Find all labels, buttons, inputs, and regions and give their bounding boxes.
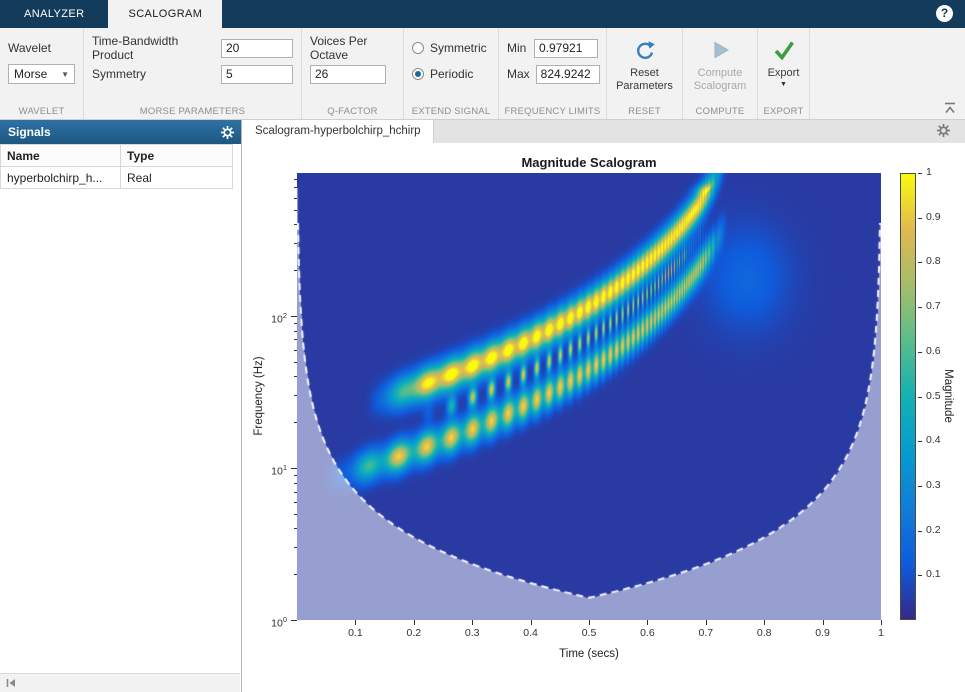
export-button[interactable]: Export ▼ <box>758 35 809 88</box>
signals-table: Name Type hyperbolchirp_h... Real <box>0 144 233 189</box>
toolstrip: Wavelet Morse ▼ WAVELET Time-Bandwidth P… <box>0 28 965 120</box>
app-window: ANALYZER SCALOGRAM ? Wavelet Morse ▼ WAV… <box>0 0 965 692</box>
section-export: Export ▼ EXPORT <box>758 28 810 119</box>
min-input[interactable] <box>534 38 598 58</box>
symmetry-label: Symmetry <box>92 67 146 81</box>
document-area: Scalogram-hyperbolchirp_hchirp Magnitude… <box>243 120 965 692</box>
signals-panel-header: Signals <box>0 120 241 144</box>
radio-periodic[interactable]: Periodic <box>404 61 498 87</box>
section-label-morse: MORSE PARAMETERS <box>139 106 246 117</box>
help-icon[interactable]: ? <box>936 5 953 22</box>
radio-periodic-circle <box>412 68 424 80</box>
max-input[interactable] <box>535 64 600 84</box>
signal-name-cell[interactable]: hyperbolchirp_h... <box>0 166 121 189</box>
section-morse-parameters: Time-Bandwidth Product Symmetry MORSE PA… <box>84 28 302 119</box>
section-extend-signal: Symmetric Periodic EXTEND SIGNAL <box>404 28 499 119</box>
signal-type-cell[interactable]: Real <box>120 166 233 189</box>
section-frequency-limits: Min Max FREQUENCY LIMITS <box>499 28 607 119</box>
reset-icon <box>633 38 657 65</box>
section-label-export: EXPORT <box>763 106 804 117</box>
radio-periodic-label: Periodic <box>430 67 474 81</box>
scalogram-canvas[interactable] <box>297 173 881 620</box>
section-reset: Reset Parameters RESET <box>607 28 683 119</box>
reset-parameters-button[interactable]: Reset Parameters <box>607 35 682 93</box>
radio-symmetric-label: Symmetric <box>430 41 487 55</box>
tbp-label: Time-Bandwidth Product <box>92 34 179 62</box>
scalogram-plot: Magnitude Scalogram Frequency (Hz) 100 10… <box>243 143 965 692</box>
section-label-wavelet: WAVELET <box>18 106 65 117</box>
y-axis-ticks: 100 101 102 <box>243 173 297 630</box>
scalogram-document-tab[interactable]: Scalogram-hyperbolchirp_hchirp <box>243 120 434 143</box>
check-icon <box>772 38 796 65</box>
chevron-down-icon: ▼ <box>780 81 787 88</box>
gear-icon[interactable] <box>936 123 951 141</box>
table-row[interactable]: hyperbolchirp_h... Real <box>0 166 233 189</box>
signals-col-name[interactable]: Name <box>0 144 121 167</box>
export-label: Export <box>767 67 800 79</box>
section-compute: Compute Scalogram COMPUTE <box>683 28 758 119</box>
gear-icon[interactable] <box>220 124 235 148</box>
tab-scalogram[interactable]: SCALOGRAM <box>108 0 223 28</box>
max-label: Max <box>507 67 530 81</box>
colorbar-canvas <box>900 173 916 620</box>
plot-title: Magnitude Scalogram <box>521 155 657 170</box>
signals-col-type[interactable]: Type <box>120 144 233 167</box>
wavelet-dropdown[interactable]: Morse ▼ <box>8 64 75 84</box>
toolstrip-filler <box>810 28 965 119</box>
reset-parameters-label: Reset Parameters <box>616 67 673 92</box>
signals-panel: Signals Name Type hyperbolchirp_h... Rea… <box>0 120 242 692</box>
radio-symmetric[interactable]: Symmetric <box>404 35 498 61</box>
document-tab-bar: Scalogram-hyperbolchirp_hchirp <box>243 120 965 143</box>
section-label-extend: EXTEND SIGNAL <box>411 106 491 117</box>
signals-hscrollbar <box>0 673 240 692</box>
section-wavelet: Wavelet Morse ▼ WAVELET <box>0 28 84 119</box>
tbp-input[interactable] <box>221 38 293 58</box>
compute-scalogram-label: Compute Scalogram <box>693 67 747 92</box>
collapse-toolstrip-icon[interactable] <box>943 101 957 115</box>
play-icon <box>708 38 732 65</box>
section-label-qfactor: Q-FACTOR <box>327 106 378 117</box>
toolstrip-tab-bar: ANALYZER SCALOGRAM ? <box>0 0 965 28</box>
compute-scalogram-button[interactable]: Compute Scalogram <box>683 35 757 93</box>
vpo-input[interactable] <box>310 64 386 84</box>
radio-symmetric-circle <box>412 42 424 54</box>
section-label-reset: RESET <box>628 106 661 117</box>
section-label-compute: COMPUTE <box>695 106 745 117</box>
section-q-factor: Voices Per Octave Q-FACTOR <box>302 28 404 119</box>
scroll-to-start-icon[interactable] <box>5 677 17 692</box>
symmetry-input[interactable] <box>221 64 293 84</box>
colorbar-label: Magnitude <box>942 369 954 423</box>
x-axis-ticks: 0.1 0.2 0.3 0.4 0.5 0.6 0.7 0.8 0.9 1 <box>297 620 884 644</box>
x-axis-label: Time (secs) <box>559 648 619 660</box>
section-label-freqlimits: FREQUENCY LIMITS <box>504 106 601 117</box>
wavelet-label: Wavelet <box>8 41 51 55</box>
signals-panel-title: Signals <box>8 125 51 139</box>
chevron-down-icon: ▼ <box>61 69 69 79</box>
tab-analyzer[interactable]: ANALYZER <box>4 0 104 28</box>
min-label: Min <box>507 41 527 55</box>
wavelet-dropdown-value: Morse <box>14 67 48 81</box>
vpo-label: Voices Per Octave <box>310 34 368 62</box>
